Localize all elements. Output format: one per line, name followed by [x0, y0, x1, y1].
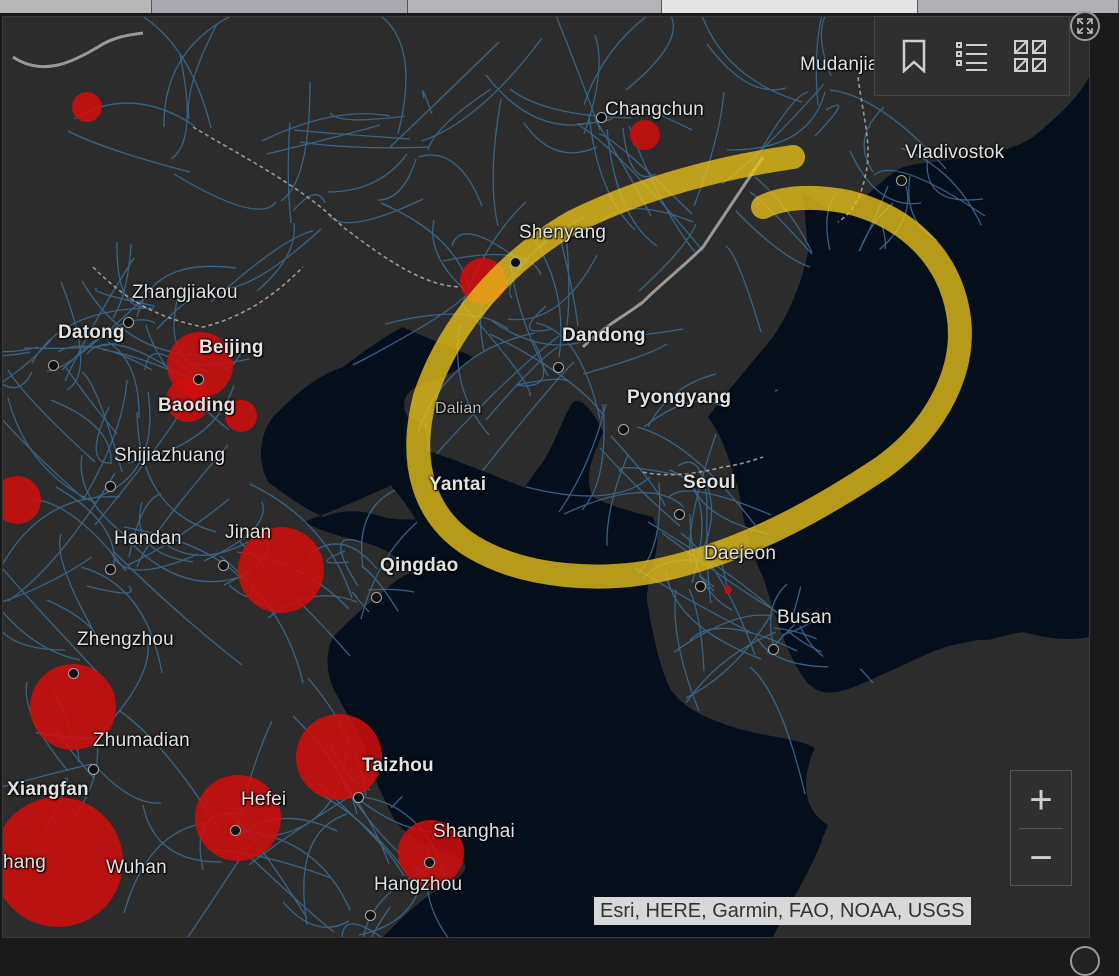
- city-label: Baoding: [158, 395, 236, 416]
- basemap-gallery-button[interactable]: [1008, 34, 1052, 78]
- city-dot[interactable]: [230, 825, 241, 836]
- legend-button[interactable]: [950, 34, 994, 78]
- fullscreen-button[interactable]: [1070, 11, 1100, 41]
- city-label: Pyongyang: [627, 387, 732, 408]
- city-label: Zhumadian: [93, 730, 190, 751]
- city-label: Xiangfan: [7, 779, 89, 800]
- city-label: Taizhou: [362, 755, 434, 776]
- city-dot[interactable]: [365, 910, 376, 921]
- top-tab-strip: [0, 0, 1119, 14]
- case-circle[interactable]: [630, 120, 660, 150]
- city-dot[interactable]: [768, 644, 779, 655]
- city-label: Shanghai: [433, 821, 515, 842]
- bookmark-button[interactable]: [892, 34, 936, 78]
- city-dot[interactable]: [105, 481, 116, 492]
- city-label: Changchun: [605, 99, 704, 120]
- city-label: Jinan: [225, 522, 272, 543]
- city-label: Shijiazhuang: [114, 445, 226, 466]
- city-dot[interactable]: [88, 764, 99, 775]
- city-label: Vladivostok: [905, 142, 1005, 163]
- city-label: hang: [3, 852, 47, 873]
- zoom-in-button[interactable]: +: [1011, 771, 1071, 828]
- city-dot[interactable]: [193, 374, 204, 385]
- zoom-control: + −: [1010, 770, 1072, 886]
- city-label: Yantai: [429, 474, 487, 495]
- bookmark-icon: [902, 39, 926, 73]
- city-label: Wuhan: [106, 857, 167, 878]
- city-label: Zhengzhou: [77, 629, 174, 650]
- zoom-out-button[interactable]: −: [1011, 829, 1071, 886]
- case-circle[interactable]: [72, 92, 102, 122]
- scroll-edge: [1090, 16, 1119, 936]
- city-label: Hefei: [241, 789, 287, 810]
- city-dot[interactable]: [618, 424, 629, 435]
- city-dot[interactable]: [371, 592, 382, 603]
- city-dot[interactable]: [695, 581, 706, 592]
- city-dot[interactable]: [896, 175, 907, 186]
- top-tab-1[interactable]: [152, 0, 409, 13]
- basemap-gallery-icon: [1014, 40, 1046, 72]
- city-label: Busan: [777, 607, 832, 628]
- fullscreen-button-secondary[interactable]: [1070, 946, 1100, 976]
- city-label: Daejeon: [704, 543, 777, 564]
- legend-list-icon: [956, 42, 987, 71]
- map-toolbar: [874, 16, 1070, 96]
- top-tab-0[interactable]: [0, 0, 153, 13]
- city-label: Dandong: [562, 325, 646, 346]
- city-dot[interactable]: [105, 564, 116, 575]
- city-dot[interactable]: [510, 257, 521, 268]
- city-dot[interactable]: [68, 668, 79, 679]
- city-dot[interactable]: [424, 857, 435, 868]
- city-label: Hangzhou: [374, 874, 463, 895]
- case-circle[interactable]: [195, 775, 281, 861]
- case-circle[interactable]: [724, 586, 732, 594]
- city-label: Zhangjiakou: [132, 282, 238, 303]
- city-label: Datong: [58, 322, 125, 343]
- top-tab-3[interactable]: [662, 0, 918, 13]
- city-dot[interactable]: [218, 560, 229, 571]
- city-dot[interactable]: [353, 792, 364, 803]
- city-label: Shenyang: [519, 222, 607, 243]
- city-dot[interactable]: [48, 360, 59, 371]
- city-label: Qingdao: [380, 555, 459, 576]
- city-dot[interactable]: [553, 362, 564, 373]
- city-label: Handan: [114, 528, 182, 549]
- city-label: Beijing: [199, 337, 264, 358]
- city-dot[interactable]: [674, 509, 685, 520]
- top-tab-2[interactable]: [408, 0, 663, 13]
- map-view[interactable]: Changchun Mudanjiang Vladivostok Shenyang Zh…: [2, 16, 1090, 938]
- map-attribution: Esri, HERE, Garmin, FAO, NOAA, USGS: [594, 897, 971, 925]
- city-label: Seoul: [683, 472, 736, 493]
- expand-arrows-icon: [1077, 18, 1093, 34]
- city-label: Dalian: [435, 400, 482, 417]
